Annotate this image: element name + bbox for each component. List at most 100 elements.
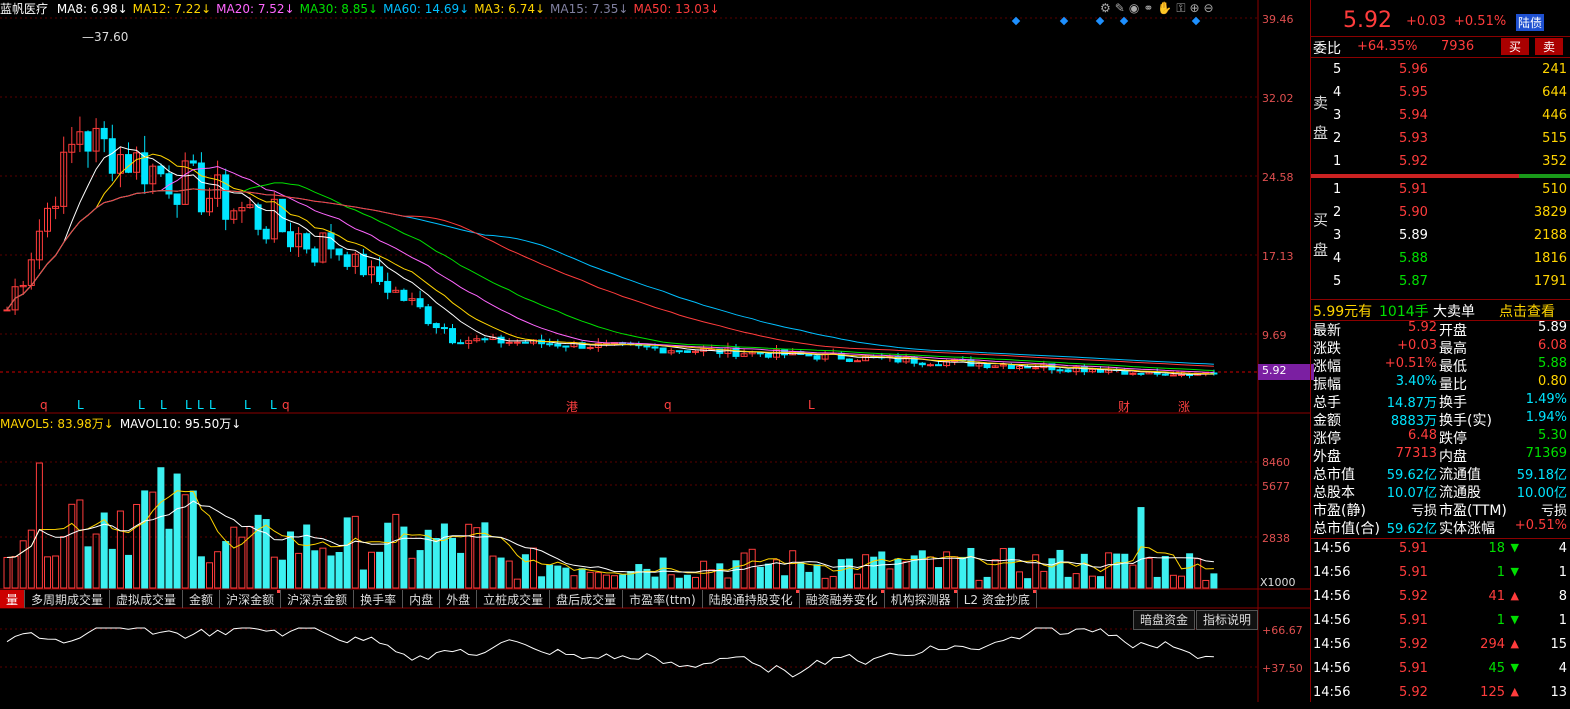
volume-bars: [3, 462, 1218, 589]
tab-11[interactable]: 市盈率(ttm): [623, 590, 703, 608]
indicator-help-button[interactable]: 指标说明: [1196, 610, 1259, 630]
big-order-kind: 大卖单: [1433, 304, 1475, 320]
arrow-up-icon: ▲: [1510, 685, 1519, 698]
ask-row[interactable]: 4 5.95 644: [1311, 85, 1570, 103]
candle-body: [935, 364, 942, 367]
tab-15[interactable]: L2 资金抄底: [958, 590, 1037, 608]
event-marker[interactable]: L: [270, 398, 277, 412]
zoom-out-icon[interactable]: ⊖: [1204, 1, 1214, 15]
stat-label: 总股本: [1313, 485, 1355, 501]
buy-button[interactable]: 买: [1501, 38, 1530, 55]
dark-pool-button[interactable]: 暗盘资金: [1133, 610, 1196, 630]
level-volume: 446: [1542, 108, 1567, 123]
ma-label: MA60: 14.69↓: [383, 2, 470, 16]
candle-body: [1178, 374, 1185, 377]
trade-volume: 18: [1488, 541, 1505, 556]
level-price: 5.94: [1399, 108, 1428, 123]
stat-label: 流通股: [1439, 485, 1481, 501]
ma-label: MA3: 6.74↓: [474, 2, 546, 16]
tab-12[interactable]: 陆股通持股变化: [703, 590, 800, 608]
tab-4[interactable]: 沪深金额: [220, 590, 282, 608]
tab-8[interactable]: 外盘: [440, 590, 478, 608]
volume-bar: [295, 552, 303, 589]
volume-bar: [854, 573, 861, 589]
tab-14[interactable]: 机构探测器: [885, 590, 958, 608]
ask-row[interactable]: 3 5.94 446: [1311, 108, 1570, 126]
tab-9[interactable]: 立桩成交量: [477, 590, 551, 608]
volume-bar: [1105, 552, 1113, 589]
sell-button[interactable]: 卖: [1535, 38, 1564, 55]
volume-bar: [343, 517, 351, 589]
event-marker[interactable]: L: [185, 398, 192, 412]
event-marker[interactable]: L: [77, 398, 84, 412]
volume-bar: [1129, 564, 1137, 589]
tab-label: 金额: [189, 593, 214, 607]
trade-row: 14:56 5.92 294 ▲ 15: [1311, 637, 1570, 661]
ask-row[interactable]: 5 5.96 241: [1311, 62, 1570, 80]
brush-icon[interactable]: ✎: [1115, 1, 1125, 15]
tab-13[interactable]: 融资融券变化: [800, 590, 885, 608]
volume-bar: [554, 565, 562, 589]
bond-tag[interactable]: 陆债: [1516, 14, 1545, 31]
bid-row[interactable]: 2 5.90 3829: [1311, 205, 1570, 223]
stat-label: 振幅: [1313, 377, 1341, 393]
tab-5[interactable]: 沪深京金额: [281, 590, 355, 608]
bid-row[interactable]: 5 5.87 1791: [1311, 274, 1570, 292]
candle-body: [926, 364, 934, 367]
candle-body: [805, 353, 813, 357]
volume-bar: [570, 575, 578, 589]
eye-icon[interactable]: ◉: [1129, 1, 1139, 15]
zoom-in-icon[interactable]: ⊕: [1189, 1, 1199, 15]
trade-row: 14:56 5.91 18 ▼ 4: [1311, 541, 1570, 565]
volume-bar: [327, 555, 335, 589]
trade-row: 14:56 5.91 1 ▼ 1: [1311, 613, 1570, 637]
event-marker[interactable]: L: [197, 398, 204, 412]
trade-price: 5.91: [1399, 565, 1428, 580]
event-marker[interactable]: q: [40, 398, 48, 412]
volume-bar: [92, 533, 100, 589]
tab-label: 沪深京金额: [287, 593, 348, 607]
price-axis-label: 39.46: [1262, 13, 1294, 26]
link-icon[interactable]: ⚭: [1143, 1, 1153, 15]
event-marker[interactable]: L: [808, 398, 815, 412]
settings-icon[interactable]: ⚙: [1100, 1, 1111, 15]
candle-body: [424, 306, 432, 325]
event-marker[interactable]: L: [138, 398, 145, 412]
event-marker[interactable]: 财: [1118, 398, 1130, 415]
tab-0[interactable]: 量: [0, 590, 26, 608]
ask-row[interactable]: 2 5.93 515: [1311, 131, 1570, 149]
event-marker[interactable]: 涨: [1178, 398, 1190, 415]
hand-icon[interactable]: ✋: [1157, 1, 1172, 15]
stat-label: 涨幅: [1313, 359, 1341, 375]
volume-bar: [1113, 553, 1121, 589]
stat-label: 实体涨幅: [1439, 521, 1495, 537]
candle-body: [311, 248, 319, 263]
tab-6[interactable]: 换手率: [354, 590, 404, 608]
event-marker[interactable]: q: [664, 398, 672, 412]
lock-icon[interactable]: ⚿: [1176, 1, 1185, 15]
event-marker[interactable]: L: [244, 398, 251, 412]
stat-label: 外盘: [1313, 449, 1341, 465]
level-price: 5.91: [1399, 182, 1428, 197]
bid-row[interactable]: 3 5.89 2188: [1311, 228, 1570, 246]
ask-row[interactable]: 1 5.92 352: [1311, 154, 1570, 172]
bid-row[interactable]: 4 5.88 1816: [1311, 251, 1570, 269]
volume-bar: [408, 557, 416, 589]
event-marker[interactable]: q: [282, 398, 290, 412]
stat-value: 59.62亿: [1386, 468, 1437, 483]
candle-body: [384, 280, 392, 293]
bid-row[interactable]: 1 5.91 510: [1311, 182, 1570, 200]
volume-bar: [278, 559, 286, 589]
big-order-link[interactable]: 点击查看: [1499, 301, 1555, 321]
tab-10[interactable]: 盘后成交量: [550, 590, 624, 608]
event-marker[interactable]: L: [160, 398, 167, 412]
tab-3[interactable]: 金额: [183, 590, 221, 608]
volume-bar: [756, 566, 764, 589]
event-marker[interactable]: L: [209, 398, 216, 412]
tab-2[interactable]: 虚拟成交量: [110, 590, 184, 608]
volume-bar: [1186, 553, 1194, 589]
tab-7[interactable]: 内盘: [403, 590, 441, 608]
tab-1[interactable]: 多周期成交量: [25, 590, 111, 608]
stat-label: 总市值: [1313, 467, 1355, 483]
event-marker[interactable]: 港: [566, 398, 578, 415]
